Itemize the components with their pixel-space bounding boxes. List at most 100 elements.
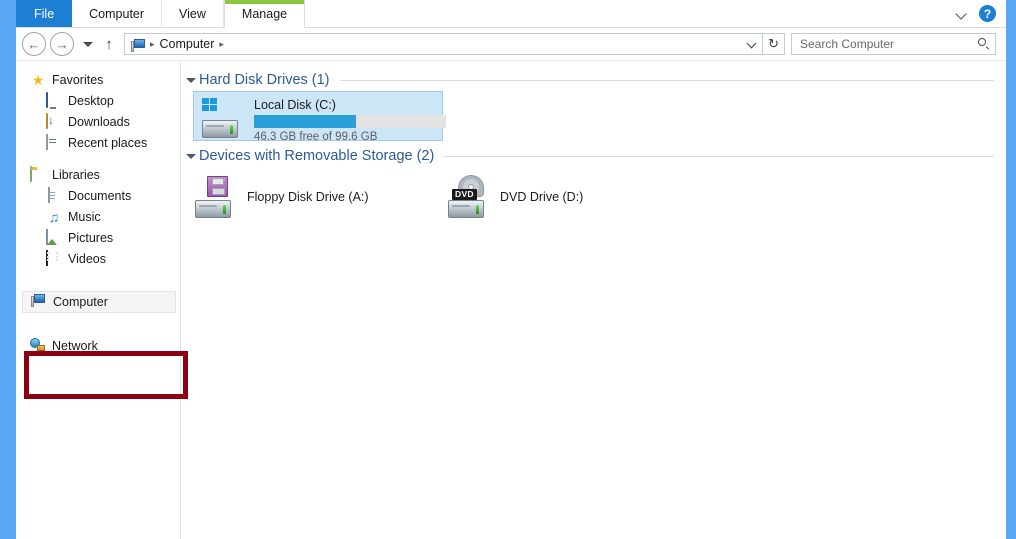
sidebar-item-label: Music [68, 209, 101, 224]
dvd-badge-label: DVD [452, 189, 477, 201]
drive-tile-local-disk-c[interactable]: Local Disk (C:) 46.3 GB free of 99.6 GB [193, 91, 446, 143]
ribbon-right-controls: ? [955, 0, 1006, 27]
drive-body-shape [448, 200, 484, 218]
explorer-body: ★ Favorites Desktop Downloads Recent pla… [16, 61, 1006, 539]
sidebar-item-downloads[interactable]: Downloads [16, 111, 180, 132]
sidebar-item-label: Computer [53, 295, 108, 309]
drive-led-shape [223, 205, 226, 214]
sidebar-item-network[interactable]: Network [16, 335, 180, 356]
navigation-pane: ★ Favorites Desktop Downloads Recent pla… [16, 61, 188, 539]
drive-info: Local Disk (C:) 46.3 GB free of 99.6 GB [254, 96, 446, 143]
drive-led-shape [230, 125, 233, 134]
search-box[interactable] [791, 33, 996, 55]
drive-body-shape [195, 200, 231, 218]
desktop-icon [46, 91, 62, 109]
drive-tile-dvd-d[interactable]: DVD DVD Drive (D:) [446, 173, 699, 221]
tab-view-label: View [179, 6, 206, 21]
up-button[interactable]: ↑ [100, 34, 118, 54]
removable-device-tiles: Floppy Disk Drive (A:) DVD DVD Drive (D:… [181, 167, 1006, 221]
floppy-drive-icon [193, 174, 241, 220]
sidebar-item-videos[interactable]: Videos [16, 248, 180, 269]
tab-computer[interactable]: Computer [72, 0, 163, 27]
tab-file[interactable]: File [16, 0, 73, 27]
recent-locations-dropdown-icon[interactable] [80, 34, 96, 54]
drive-body-shape [202, 120, 238, 138]
breadcrumb-separator-2[interactable]: ▸ [214, 39, 229, 50]
sidebar-item-label: Libraries [52, 167, 100, 182]
drive-led-shape [476, 205, 479, 214]
sidebar-item-computer[interactable]: Computer [22, 291, 176, 313]
window-client-area: File Computer View Manage ? ← → ↑ ▸ Comp… [16, 0, 1006, 539]
tab-file-label: File [34, 6, 55, 21]
sidebar-item-label: Network [52, 338, 98, 353]
chevron-down-icon[interactable] [955, 7, 969, 21]
drive-capacity-text: 46.3 GB free of 99.6 GB [254, 131, 378, 143]
sidebar-item-label: Desktop [68, 93, 114, 108]
tab-manage-label: Manage [241, 6, 288, 21]
back-button[interactable]: ← [22, 32, 46, 56]
pictures-icon [46, 228, 62, 246]
star-icon: ★ [31, 71, 45, 88]
tab-computer-label: Computer [89, 6, 145, 21]
sidebar-item-libraries[interactable]: Libraries [16, 164, 180, 185]
sidebar-item-label: Recent places [68, 135, 148, 150]
group-divider [339, 79, 994, 81]
computer-icon [31, 294, 47, 310]
capacity-bar-track [254, 115, 446, 128]
sidebar-item-label: Downloads [68, 114, 130, 129]
dvd-drive-icon: DVD [446, 174, 494, 220]
hard-disk-tiles: Local Disk (C:) 46.3 GB free of 99.6 GB [181, 91, 1006, 143]
forward-button[interactable]: → [50, 32, 74, 56]
sidebar-item-label: Pictures [68, 230, 114, 245]
windows-logo-badge-icon [202, 98, 218, 113]
explorer-window: File Computer View Manage ? ← → ↑ ▸ Comp… [0, 0, 1016, 539]
sidebar-item-music[interactable]: ♫ Music [16, 206, 180, 227]
sidebar-item-recent-places[interactable]: Recent places [16, 132, 180, 153]
group-header-removable-storage[interactable]: Devices with Removable Storage (2) [181, 145, 1006, 167]
help-button[interactable]: ? [979, 5, 996, 22]
refresh-button[interactable]: ↻ [763, 33, 785, 55]
drive-name: Floppy Disk Drive (A:) [247, 190, 369, 204]
search-input[interactable] [798, 36, 977, 52]
computer-highlight-annotation [24, 351, 188, 399]
documents-icon [46, 186, 62, 204]
sidebar-item-documents[interactable]: Documents [16, 185, 180, 206]
music-icon: ♫ [48, 208, 60, 225]
group-divider [444, 155, 994, 157]
drive-tile-floppy-a[interactable]: Floppy Disk Drive (A:) [193, 173, 446, 221]
tab-manage[interactable]: Manage [223, 0, 306, 28]
collapse-triangle-icon[interactable] [183, 73, 197, 87]
group-title: Devices with Removable Storage (2) [199, 148, 435, 164]
network-icon [30, 338, 46, 354]
drive-name: DVD Drive (D:) [500, 190, 584, 204]
breadcrumb-path-computer[interactable]: Computer [160, 37, 215, 51]
group-header-hard-disk-drives[interactable]: Hard Disk Drives (1) [181, 69, 1006, 91]
sidebar-item-favorites[interactable]: ★ Favorites [16, 69, 180, 90]
recent-places-icon [46, 133, 62, 151]
group-removable-storage: Devices with Removable Storage (2) Flopp… [181, 145, 1006, 221]
videos-icon [46, 249, 62, 267]
sidebar-item-label: Documents [68, 188, 132, 203]
sidebar-item-label: Videos [68, 251, 106, 266]
capacity-bar-fill [254, 115, 356, 128]
sidebar-item-desktop[interactable]: Desktop [16, 90, 180, 111]
hard-disk-icon [200, 96, 248, 140]
sidebar-item-pictures[interactable]: Pictures [16, 227, 180, 248]
breadcrumb[interactable]: ▸ Computer ▸ [124, 33, 763, 55]
downloads-icon [46, 112, 62, 130]
ribbon-tab-strip: File Computer View Manage ? [16, 0, 1006, 28]
libraries-icon [30, 165, 46, 183]
address-bar-row: ← → ↑ ▸ Computer ▸ ↻ [16, 28, 1006, 61]
collapse-triangle-icon[interactable] [183, 149, 197, 163]
tab-view[interactable]: View [162, 0, 224, 27]
computer-icon [131, 38, 145, 52]
breadcrumb-separator-1: ▸ [150, 38, 155, 49]
floppy-disk-shape [207, 176, 228, 197]
search-icon[interactable] [977, 37, 991, 51]
breadcrumb-history-chevron-icon[interactable] [744, 34, 760, 54]
